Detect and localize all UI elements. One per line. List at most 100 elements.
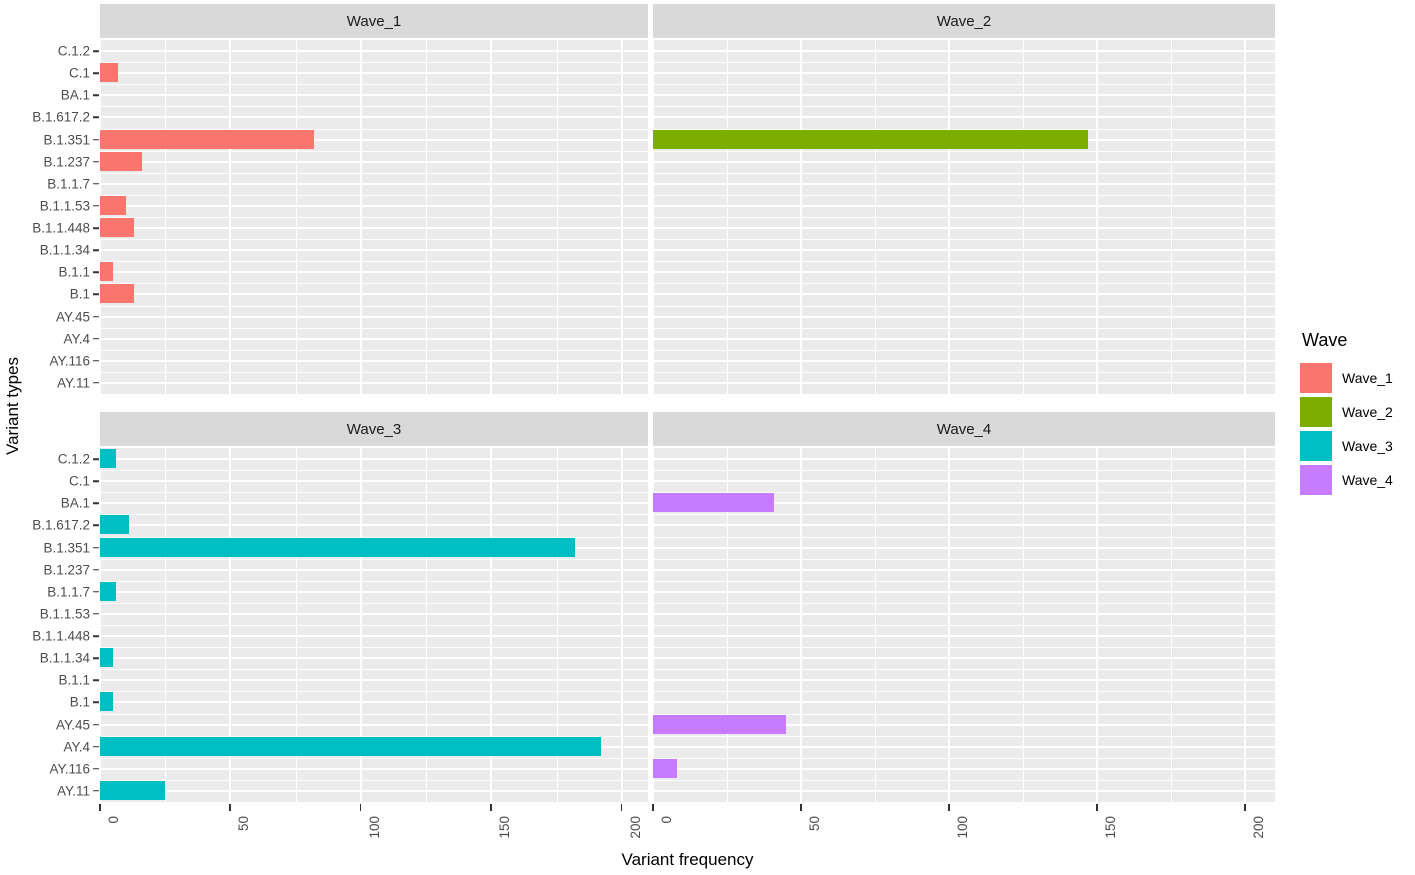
facet-strip-wave-2: Wave_2: [653, 4, 1275, 38]
legend-item-label: Wave_3: [1342, 438, 1393, 454]
legend-item-Wave_4[interactable]: Wave_4: [1300, 463, 1412, 497]
facet-strip-wave-4: Wave_4: [653, 412, 1275, 446]
y-tick-label: BA.1: [60, 87, 90, 103]
gridline-horizontal-minor: [100, 150, 648, 152]
x-tick-mark: [99, 804, 101, 811]
gridline-horizontal-minor: [653, 172, 1275, 174]
gridline-horizontal-minor: [653, 371, 1275, 373]
gridline-horizontal: [653, 679, 1275, 682]
gridline-horizontal: [100, 701, 648, 704]
gridline-horizontal-minor: [653, 625, 1275, 626]
gridline-horizontal: [100, 293, 648, 296]
gridline-horizontal: [100, 337, 648, 340]
gridline-horizontal: [100, 767, 648, 770]
gridline-vertical-minor: [1171, 40, 1173, 394]
gridline-vertical-minor: [727, 40, 729, 394]
legend-title: Wave: [1302, 330, 1348, 350]
gridline-horizontal: [100, 723, 648, 726]
gridline-vertical-minor: [426, 40, 428, 394]
x-tick-label: 150: [1103, 816, 1119, 839]
gridline-horizontal: [100, 50, 648, 53]
y-tick-label: AY.11: [56, 783, 90, 799]
bar-Wave_3-AY.4: [100, 736, 602, 756]
y-tick-label: B.1.351: [43, 132, 90, 148]
gridline-horizontal: [100, 679, 648, 682]
y-tick-mark: [93, 116, 99, 119]
x-tick-mark: [490, 804, 492, 811]
y-tick-mark: [93, 480, 99, 482]
facet-strip-label: Wave_3: [346, 420, 402, 438]
y-tick-mark: [93, 382, 99, 384]
gridline-horizontal: [653, 50, 1275, 53]
y-tick-label: B.1.1.448: [32, 220, 90, 236]
y-tick-label: BA.1: [60, 495, 90, 511]
gridline-vertical: [800, 448, 803, 802]
gridline-horizontal: [100, 315, 648, 318]
y-tick-mark: [93, 160, 99, 163]
y-tick-label: B.1.237: [43, 562, 90, 578]
facet-wave-3: Wave_3 C.1.2 C.1 BA.1 B.1.617.2 B.1.351 B.1.2…: [26, 412, 648, 839]
gridline-vertical: [490, 40, 493, 394]
bar-Wave_1-C.1: [100, 63, 119, 83]
legend-item-Wave_2[interactable]: Wave_2: [1300, 395, 1412, 429]
y-tick-mark: [93, 546, 99, 549]
bar-Wave_1-B.1.237: [100, 151, 142, 171]
gridline-horizontal-minor: [100, 647, 648, 649]
y-tick-label: B.1.1.448: [32, 628, 90, 644]
gridline-horizontal-minor: [100, 779, 648, 781]
gridline-horizontal-minor: [100, 492, 648, 494]
y-tick-mark: [93, 524, 99, 527]
legend-item-label: Wave_4: [1342, 472, 1393, 488]
y-tick-label: B.1.1.34: [39, 242, 90, 258]
gridline-horizontal: [100, 657, 648, 660]
y-tick-mark: [93, 183, 99, 185]
panel-wave-1: [100, 40, 648, 394]
gridline-horizontal-minor: [100, 558, 648, 560]
gridline-vertical-minor: [295, 40, 297, 394]
facet-wave-4: Wave_4 0 50 100 150 200: [652, 412, 1275, 839]
facet-wave-1: Wave_1 C.1.2 C.1 BA.1 B.1.617.2 B.1.351 B.1.2…: [26, 4, 648, 394]
gridline-horizontal-minor: [653, 514, 1275, 516]
facet-row-top: Wave_1 C.1.2 C.1 BA.1 B.1.617.2 B.1.351 B.1.2…: [26, 4, 1275, 394]
y-tick-mark: [93, 745, 99, 748]
gridline-horizontal-minor: [100, 239, 648, 241]
bar-Wave_3-B.1.1.34: [100, 648, 114, 668]
legend-item-Wave_1[interactable]: Wave_1: [1300, 361, 1412, 395]
gridline-horizontal-minor: [653, 150, 1275, 152]
gridline-vertical-minor: [1023, 448, 1025, 802]
gridline-horizontal-minor: [653, 261, 1275, 263]
y-tick-mark: [93, 72, 99, 74]
x-tick-mark: [1244, 804, 1246, 811]
y-tick-label: C.1: [68, 65, 90, 81]
gridline-horizontal: [100, 94, 648, 97]
gridline-horizontal-minor: [653, 580, 1275, 582]
gridline-vertical: [1244, 448, 1247, 802]
y-tick-label: B.1.1: [58, 264, 90, 280]
panel-wave-2: [653, 40, 1275, 394]
legend-item-Wave_3[interactable]: Wave_3: [1300, 429, 1412, 463]
x-tick-mark: [359, 804, 362, 811]
gridline-horizontal: [100, 359, 648, 362]
y-tick-mark: [93, 502, 99, 505]
gridline-horizontal: [653, 293, 1275, 296]
gridline-horizontal: [100, 204, 648, 207]
x-tick-mark: [620, 804, 623, 811]
y-tick-label: AY.116: [49, 353, 90, 369]
gridline-horizontal-minor: [653, 217, 1275, 218]
gridline-horizontal-minor: [653, 779, 1275, 781]
bar-Wave_3-B.1.351: [100, 537, 575, 557]
y-tick-mark: [93, 227, 99, 229]
y-tick-label: AY.45: [55, 717, 90, 733]
gridline-horizontal-minor: [653, 239, 1275, 241]
gridline-horizontal-minor: [100, 305, 648, 307]
gridline-horizontal-minor: [653, 62, 1275, 64]
gridline-horizontal: [653, 271, 1275, 274]
gridline-horizontal: [100, 612, 648, 615]
gridline-horizontal: [653, 249, 1275, 252]
y-tick-label: B.1.1.7: [47, 176, 90, 192]
gridline-vertical: [100, 40, 101, 394]
gridline-horizontal: [100, 568, 648, 571]
legend-swatch-icon: [1300, 397, 1332, 427]
y-tick-mark: [93, 315, 99, 318]
x-tick-label: 50: [236, 816, 252, 832]
